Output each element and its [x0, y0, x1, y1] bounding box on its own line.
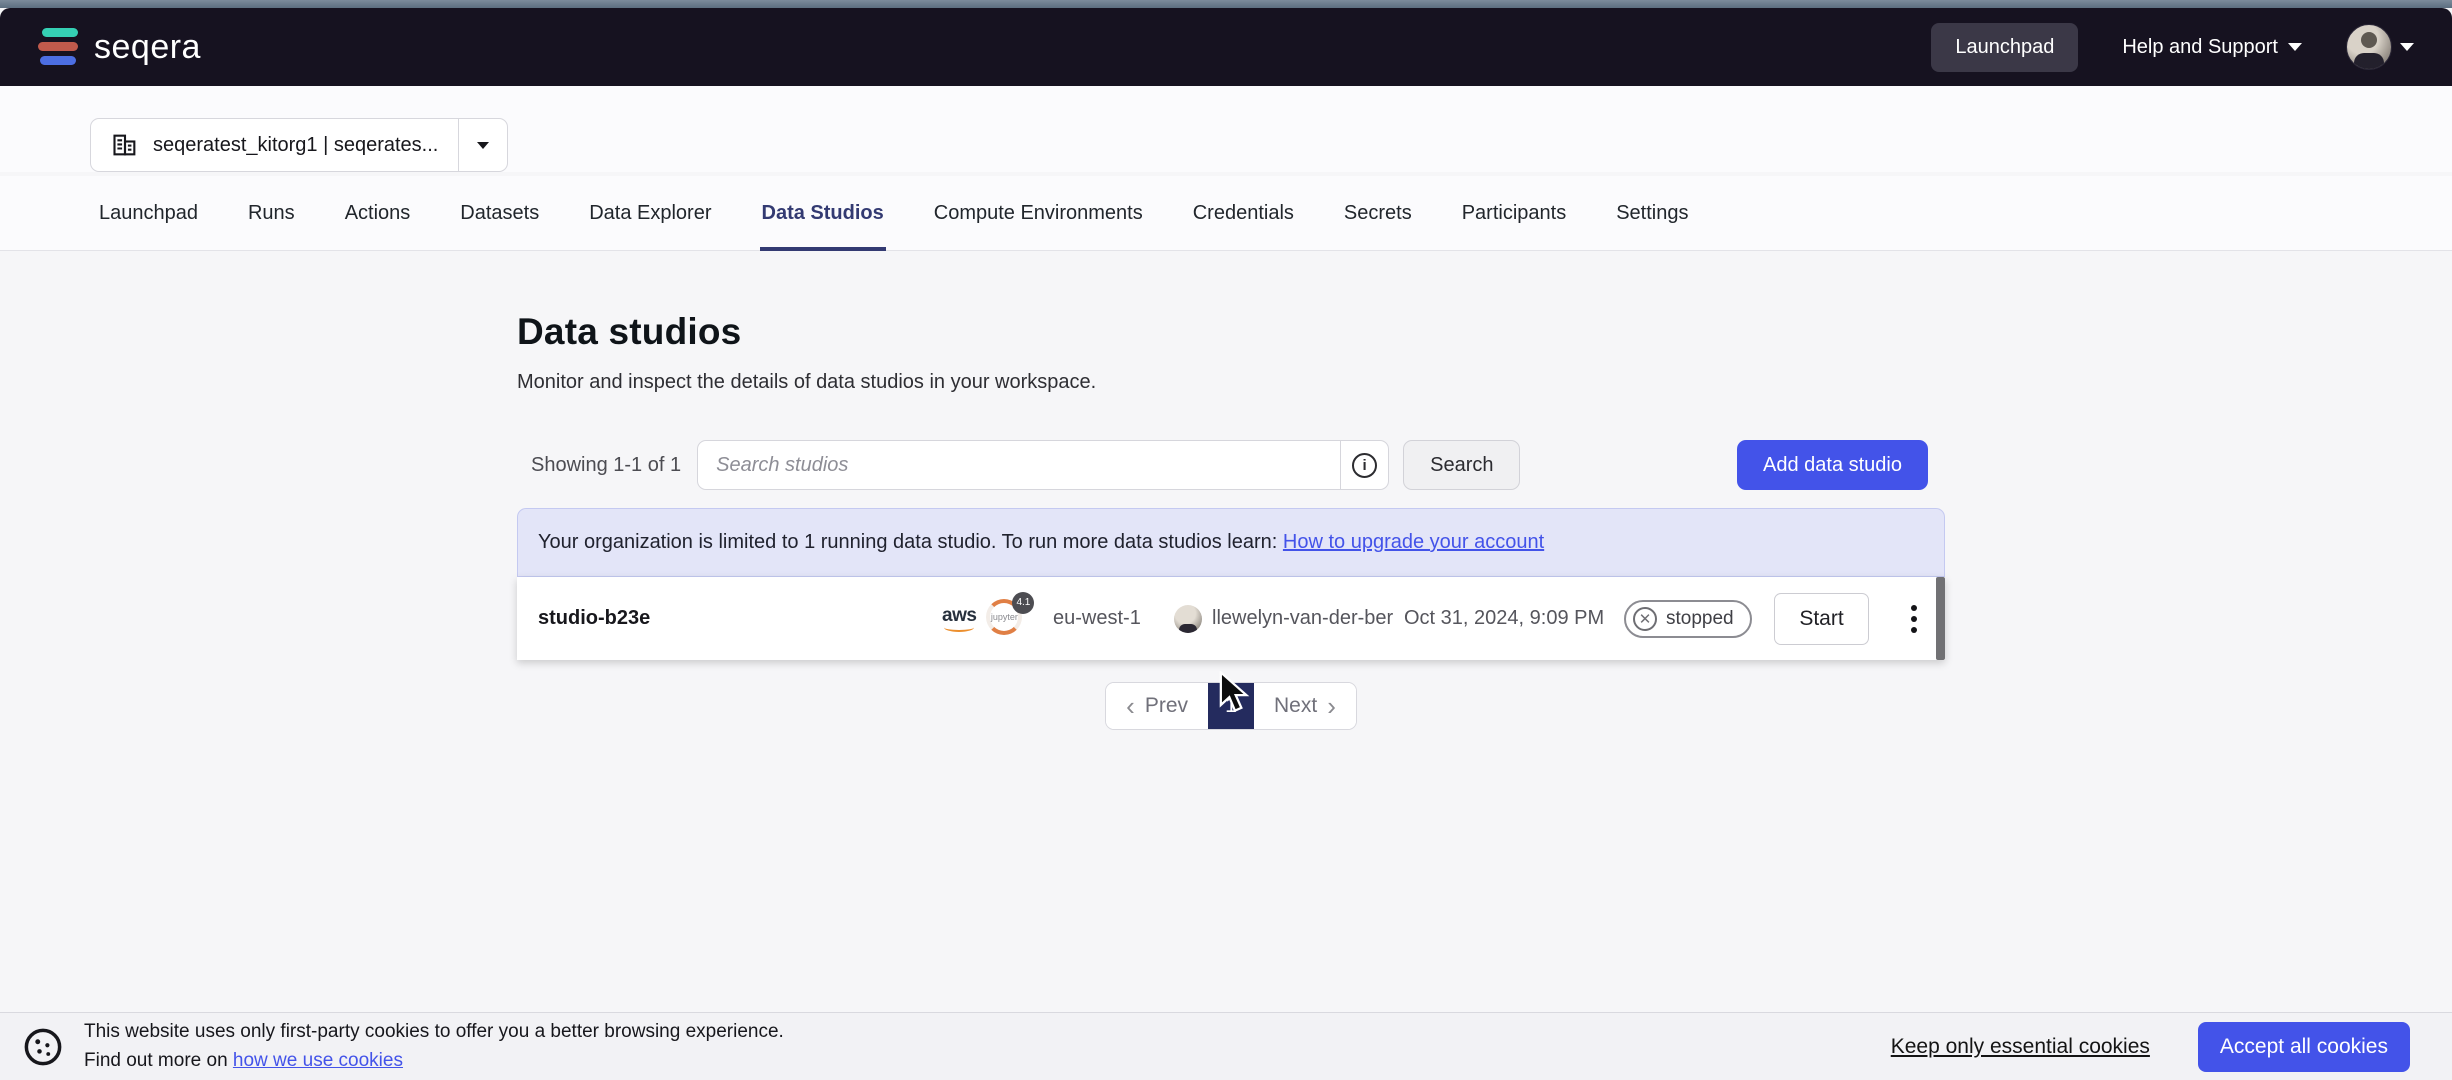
page-title: Data studios [517, 251, 1945, 353]
organization-label: seqeratest_kitorg1 | seqerates... [153, 134, 438, 157]
studio-owner: llewelyn-van-der-ber [1174, 605, 1404, 633]
chevron-left-icon: ‹ [1126, 693, 1135, 719]
tab-participants[interactable]: Participants [1460, 176, 1569, 251]
organization-icon [111, 131, 139, 159]
tab-datasets[interactable]: Datasets [458, 176, 541, 251]
tab-data-studios[interactable]: Data Studios [760, 176, 886, 251]
search-button[interactable]: Search [1403, 440, 1520, 490]
pagination-page-1[interactable]: 1 [1208, 683, 1254, 729]
tab-data-explorer[interactable]: Data Explorer [587, 176, 713, 251]
studio-status-cell: ✕ stopped [1624, 600, 1774, 638]
owner-name: llewelyn-van-der-ber [1212, 607, 1393, 630]
tab-credentials[interactable]: Credentials [1191, 176, 1296, 251]
list-controls: Showing 1-1 of 1 i Search Add data studi… [517, 440, 1945, 490]
help-and-support-label: Help and Support [2122, 36, 2278, 59]
cookie-line2: Find out more on how we use cookies [84, 1047, 784, 1076]
search-info-segment[interactable]: i [1340, 441, 1388, 489]
chevron-down-icon [2288, 43, 2302, 51]
tab-launchpad[interactable]: Launchpad [97, 176, 200, 251]
cookie-banner: This website uses only first-party cooki… [0, 1012, 2452, 1080]
search-input[interactable] [698, 441, 1340, 489]
aws-icon: aws [942, 606, 976, 632]
page-subtitle: Monitor and inspect the details of data … [517, 371, 1945, 394]
status-badge: ✕ stopped [1624, 600, 1752, 638]
help-and-support-menu[interactable]: Help and Support [2122, 36, 2302, 59]
tab-secrets[interactable]: Secrets [1342, 176, 1414, 251]
owner-avatar [1174, 605, 1202, 633]
cookie-policy-link[interactable]: how we use cookies [233, 1050, 403, 1071]
info-icon: i [1352, 453, 1377, 478]
chevron-down-icon [2400, 43, 2414, 51]
tab-actions[interactable]: Actions [343, 176, 413, 251]
pagination: ‹ Prev 1 Next › [1105, 682, 1357, 730]
stopped-icon: ✕ [1633, 607, 1657, 631]
studio-environment-icons: aws jupyter 4.1 [942, 599, 1053, 639]
workspace-tabs: Launchpad Runs Actions Datasets Data Exp… [0, 176, 2452, 251]
table-scrollbar[interactable] [1936, 577, 1945, 660]
pagination-next-button[interactable]: Next › [1254, 683, 1356, 729]
row-options-kebab-icon[interactable] [1905, 599, 1923, 639]
search-group: i [697, 440, 1389, 490]
user-menu[interactable] [2346, 24, 2414, 70]
studio-date: Oct 31, 2024, 9:09 PM [1404, 607, 1624, 630]
cookie-line1: This website uses only first-party cooki… [84, 1018, 784, 1047]
pagination-prev-button[interactable]: ‹ Prev [1106, 683, 1208, 729]
limit-banner: Your organization is limited to 1 runnin… [517, 508, 1945, 577]
studio-region: eu-west-1 [1053, 607, 1174, 630]
start-button[interactable]: Start [1774, 593, 1869, 645]
organization-dropdown-toggle[interactable] [458, 119, 507, 171]
studio-row[interactable]: studio-b23e aws jupyter 4.1 eu-west-1 ll… [517, 577, 1945, 660]
organization-selector[interactable]: seqeratest_kitorg1 | seqerates... [90, 118, 508, 172]
jupyter-icon: jupyter 4.1 [986, 599, 1026, 639]
user-avatar [2346, 24, 2392, 70]
window-top-edge [0, 0, 2452, 8]
workspace-header: seqeratest_kitorg1 | seqerates... [0, 86, 2452, 172]
brand-name: seqera [94, 28, 201, 67]
main-content: Data studios Monitor and inspect the det… [0, 251, 2452, 730]
keep-essential-cookies-link[interactable]: Keep only essential cookies [1891, 1035, 2150, 1059]
tab-runs[interactable]: Runs [246, 176, 297, 251]
top-navbar: seqera Launchpad Help and Support [0, 8, 2452, 86]
cookie-icon [22, 1026, 64, 1068]
showing-count: Showing 1-1 of 1 [531, 454, 681, 477]
seqera-logo-icon [38, 25, 80, 69]
studio-name[interactable]: studio-b23e [517, 607, 942, 630]
tab-compute-environments[interactable]: Compute Environments [932, 176, 1145, 251]
launchpad-button[interactable]: Launchpad [1931, 23, 2078, 72]
upgrade-account-link[interactable]: How to upgrade your account [1283, 531, 1544, 553]
status-label: stopped [1666, 608, 1734, 630]
limit-banner-text: Your organization is limited to 1 runnin… [538, 531, 1283, 553]
tab-settings[interactable]: Settings [1614, 176, 1690, 251]
accept-all-cookies-button[interactable]: Accept all cookies [2198, 1022, 2410, 1072]
brand[interactable]: seqera [38, 25, 201, 69]
chevron-right-icon: › [1327, 693, 1336, 719]
add-data-studio-button[interactable]: Add data studio [1737, 440, 1928, 490]
chevron-down-icon [477, 142, 489, 149]
jupyter-version-badge: 4.1 [1012, 592, 1034, 614]
